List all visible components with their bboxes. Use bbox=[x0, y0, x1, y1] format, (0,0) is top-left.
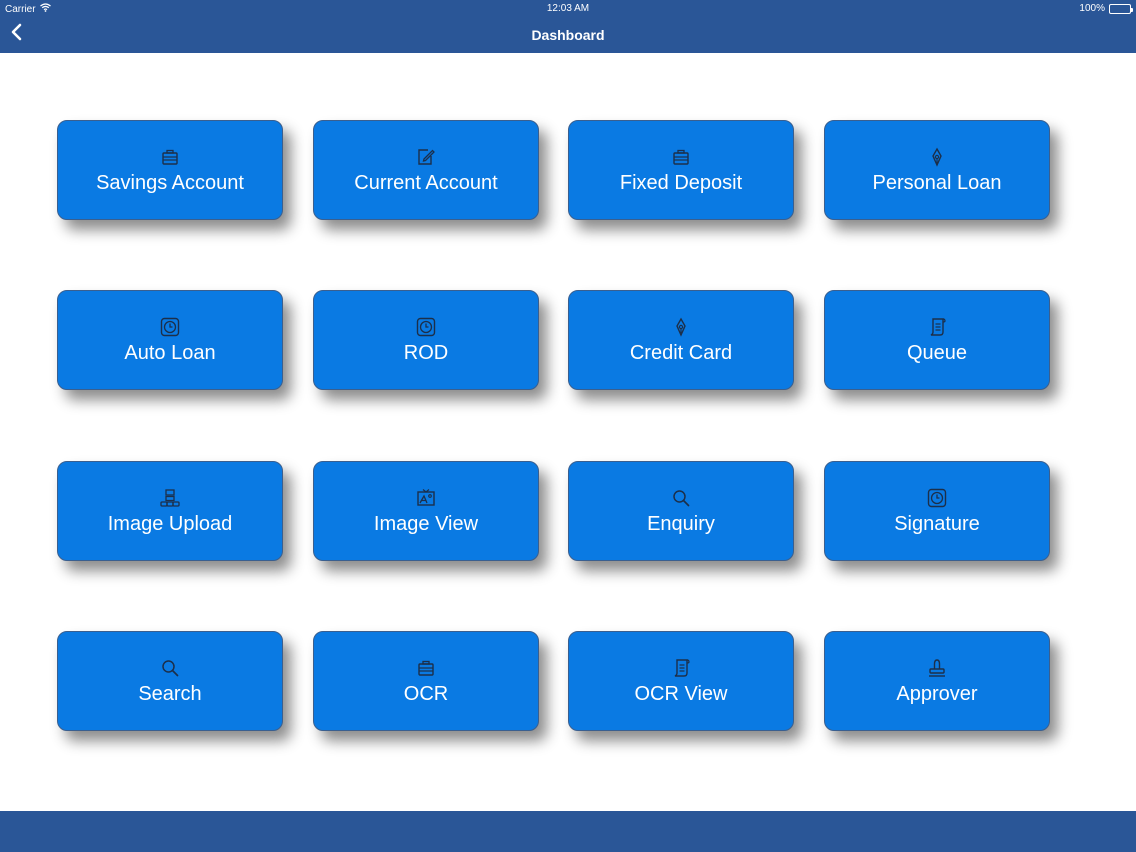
tile-label: Credit Card bbox=[629, 342, 733, 364]
search-icon bbox=[670, 487, 692, 509]
briefcase-icon bbox=[670, 146, 692, 168]
tile-label: Enquiry bbox=[647, 513, 715, 535]
tile-label: OCR View bbox=[634, 683, 728, 705]
tile-credit-card[interactable]: Credit Card bbox=[568, 290, 794, 390]
tile-label: Signature bbox=[894, 513, 980, 535]
tile-enquiry[interactable]: Enquiry bbox=[568, 461, 794, 561]
tile-image-view[interactable]: Image View bbox=[313, 461, 539, 561]
tile-signature[interactable]: Signature bbox=[824, 461, 1050, 561]
clock-icon bbox=[926, 487, 948, 509]
briefcase-icon bbox=[415, 657, 437, 679]
clock-icon bbox=[415, 316, 437, 338]
tile-approver[interactable]: Approver bbox=[824, 631, 1050, 731]
tile-image-upload[interactable]: Image Upload bbox=[57, 461, 283, 561]
briefcase-icon bbox=[159, 146, 181, 168]
network-icon bbox=[159, 487, 181, 509]
tile-label: Current Account bbox=[354, 172, 498, 194]
picture-icon bbox=[415, 487, 437, 509]
tile-auto-loan[interactable]: Auto Loan bbox=[57, 290, 283, 390]
tile-label: Image View bbox=[373, 513, 479, 535]
scroll-icon bbox=[670, 657, 692, 679]
dashboard-grid: Savings Account Current Account Fixed Depo… bbox=[0, 0, 1136, 852]
scroll-icon bbox=[926, 316, 948, 338]
tile-ocr[interactable]: OCR bbox=[313, 631, 539, 731]
search-icon bbox=[159, 657, 181, 679]
stamp-icon bbox=[926, 657, 948, 679]
tile-search[interactable]: Search bbox=[57, 631, 283, 731]
tile-label: OCR bbox=[403, 683, 449, 705]
tile-label: Queue bbox=[906, 342, 968, 364]
tile-label: Personal Loan bbox=[872, 172, 1002, 194]
edit-icon bbox=[415, 146, 437, 168]
tile-label: Approver bbox=[896, 683, 978, 705]
tile-fixed-deposit[interactable]: Fixed Deposit bbox=[568, 120, 794, 220]
clock-icon bbox=[159, 316, 181, 338]
tile-savings-account[interactable]: Savings Account bbox=[57, 120, 283, 220]
tile-label: Search bbox=[138, 683, 202, 705]
tile-current-account[interactable]: Current Account bbox=[313, 120, 539, 220]
tile-label: ROD bbox=[403, 342, 449, 364]
tile-rod[interactable]: ROD bbox=[313, 290, 539, 390]
tile-label: Image Upload bbox=[107, 513, 233, 535]
tile-ocr-view[interactable]: OCR View bbox=[568, 631, 794, 731]
tile-queue[interactable]: Queue bbox=[824, 290, 1050, 390]
pen-nib-icon bbox=[926, 146, 948, 168]
tile-personal-loan[interactable]: Personal Loan bbox=[824, 120, 1050, 220]
bottom-bar bbox=[0, 811, 1136, 852]
tile-label: Fixed Deposit bbox=[619, 172, 743, 194]
tile-label: Savings Account bbox=[96, 172, 244, 194]
pen-nib-icon bbox=[670, 316, 692, 338]
tile-label: Auto Loan bbox=[124, 342, 216, 364]
